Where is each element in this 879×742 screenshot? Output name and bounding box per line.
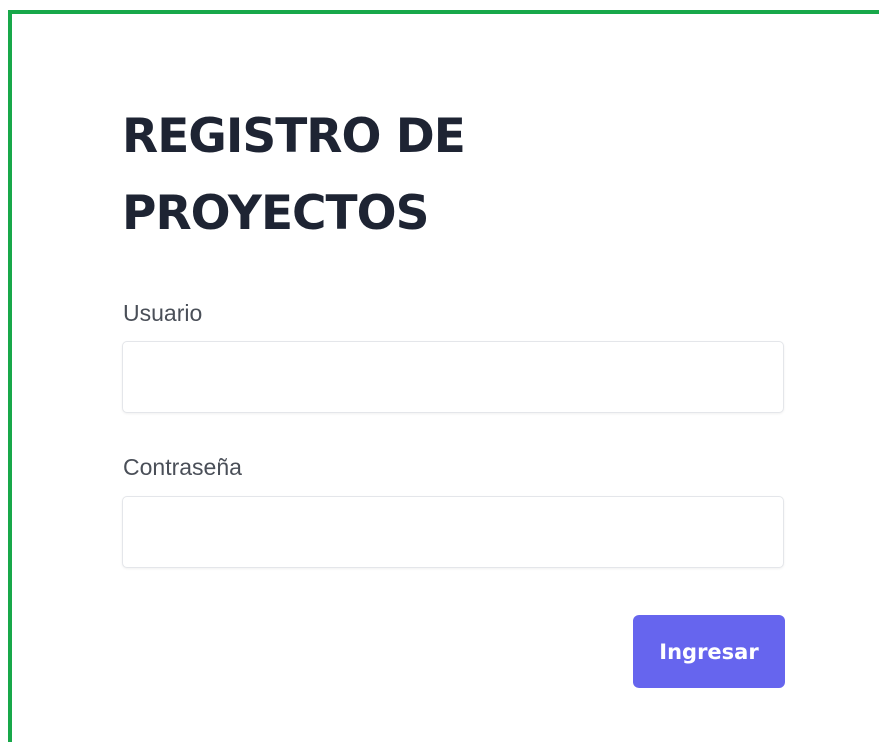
login-button[interactable]: Ingresar	[633, 615, 785, 688]
page-title: REGISTRO DE PROYECTOS	[122, 109, 466, 241]
password-label: Contraseña	[123, 454, 242, 480]
username-label: Usuario	[123, 300, 203, 326]
password-input[interactable]	[122, 496, 784, 568]
login-panel: REGISTRO DE PROYECTOS Usuario Contraseña…	[8, 10, 879, 742]
username-input[interactable]	[122, 341, 784, 413]
